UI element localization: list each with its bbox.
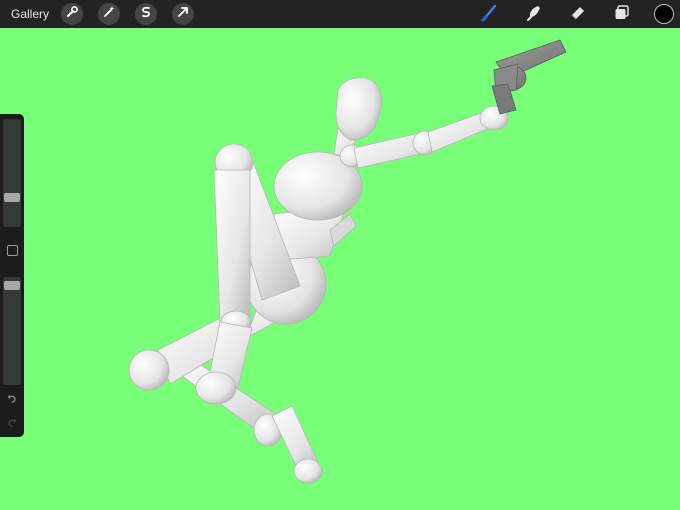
color-picker-swatch[interactable] xyxy=(654,4,674,24)
undo-button[interactable] xyxy=(5,394,19,408)
modify-square-icon[interactable] xyxy=(7,245,18,256)
selection-s-icon xyxy=(139,5,153,24)
canvas-artwork xyxy=(0,0,680,510)
actions-button[interactable] xyxy=(61,3,84,25)
layers-button[interactable] xyxy=(610,2,634,26)
canvas-background xyxy=(0,0,680,510)
smudge-icon xyxy=(524,2,544,27)
mannequin-toe-lower xyxy=(293,458,323,484)
adjustments-button[interactable] xyxy=(98,3,121,25)
mannequin-shin-front xyxy=(213,169,251,323)
transform-button[interactable] xyxy=(172,3,195,25)
brush-tool-button[interactable] xyxy=(478,2,502,26)
opacity-slider[interactable] xyxy=(3,277,21,385)
gallery-button[interactable]: Gallery xyxy=(11,7,49,21)
toolbar-right-group xyxy=(478,0,680,28)
layers-icon xyxy=(612,2,632,27)
left-sidebar xyxy=(0,114,24,437)
smudge-tool-button[interactable] xyxy=(522,2,546,26)
transform-arrow-icon xyxy=(176,5,190,24)
mannequin-toe-front xyxy=(195,371,237,405)
opacity-thumb[interactable] xyxy=(4,280,20,290)
redo-icon xyxy=(6,416,18,434)
mannequin-knee-lower xyxy=(128,349,170,391)
brush-size-slider[interactable] xyxy=(3,119,21,227)
top-toolbar: Gallery xyxy=(0,0,680,28)
undo-icon xyxy=(6,392,18,410)
eraser-icon xyxy=(568,2,588,27)
drawing-canvas[interactable] xyxy=(0,0,680,510)
brush-size-thumb[interactable] xyxy=(4,192,20,202)
magic-wand-icon xyxy=(102,5,116,24)
wrench-icon xyxy=(65,5,79,24)
eraser-tool-button[interactable] xyxy=(566,2,590,26)
redo-button[interactable] xyxy=(5,418,19,432)
procreate-app: Gallery xyxy=(0,0,680,510)
brush-icon xyxy=(480,2,500,27)
selection-button[interactable] xyxy=(135,3,158,25)
